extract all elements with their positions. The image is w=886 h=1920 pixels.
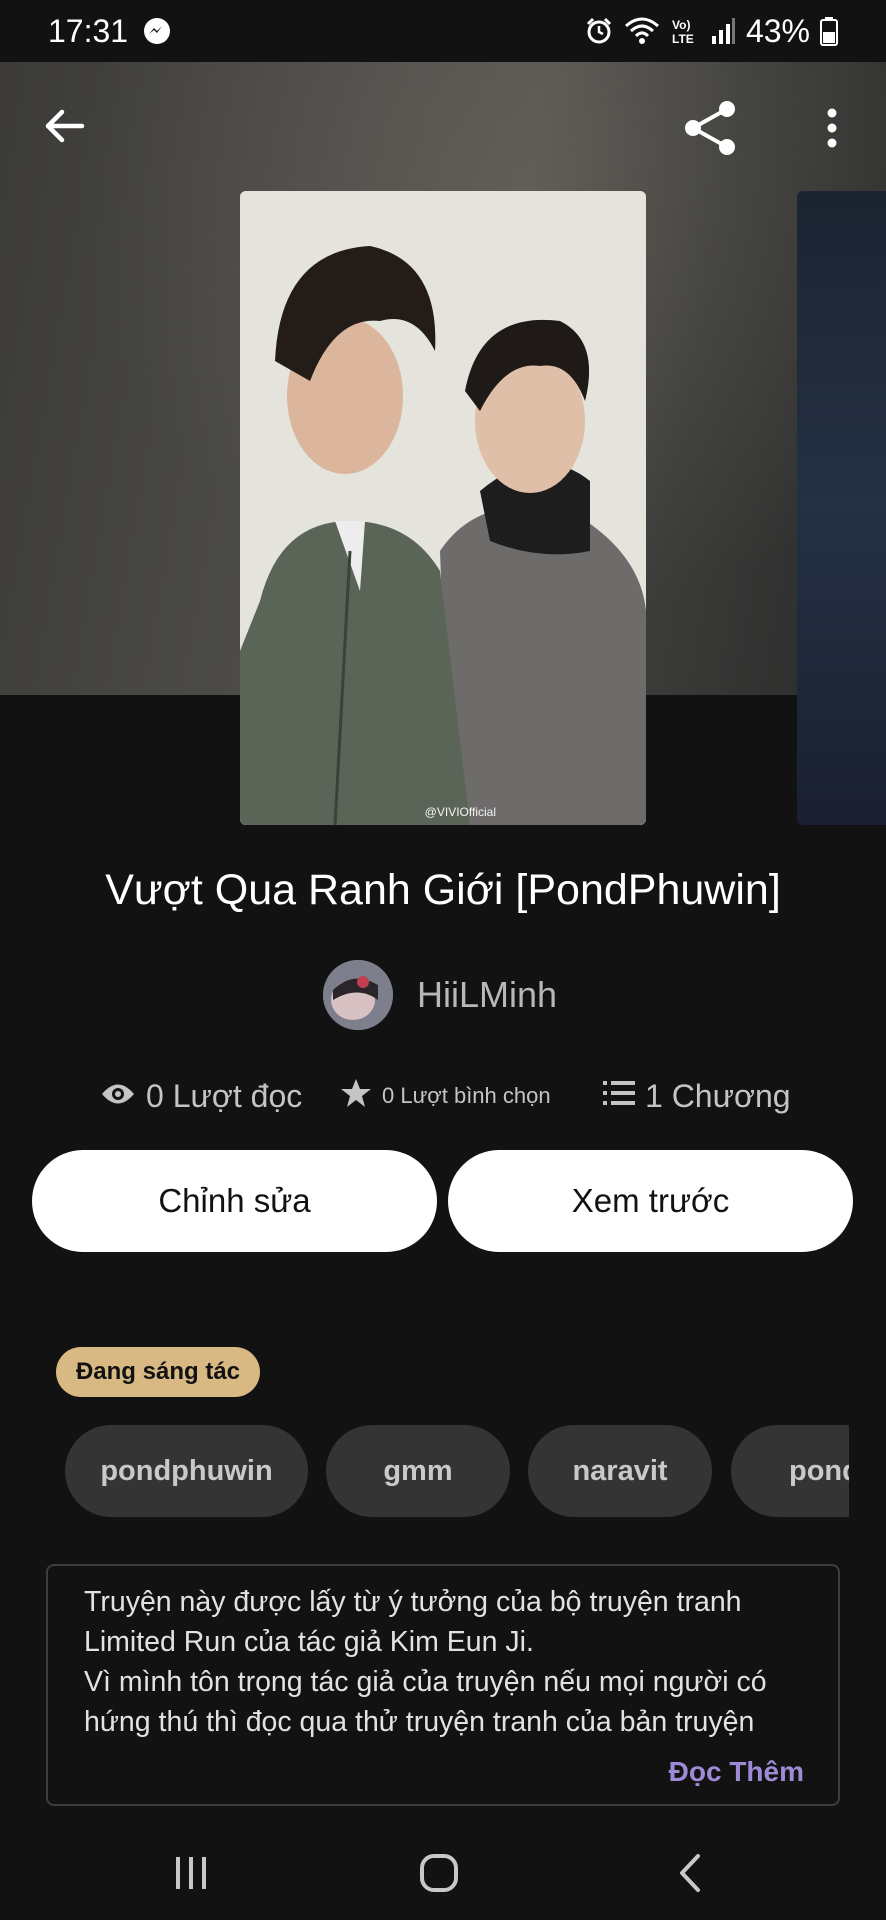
battery-percent: 43% — [745, 12, 810, 49]
stat-reads: 0 Lượt đọc — [100, 1066, 302, 1126]
signal-icon — [710, 16, 736, 46]
description-line: Limited Run của tác giả Kim Eun Ji. — [84, 1626, 534, 1658]
stat-chapters[interactable]: 1 Chương — [603, 1066, 791, 1126]
star-icon — [340, 1077, 372, 1115]
share-button[interactable] — [678, 98, 742, 162]
avatar[interactable] — [323, 960, 393, 1030]
system-nav-bar — [0, 1830, 886, 1920]
author-row[interactable]: HiiLMinh — [323, 960, 557, 1030]
recent-apps-button[interactable] — [156, 1842, 226, 1908]
back-arrow-icon — [42, 104, 86, 153]
list-icon — [603, 1078, 635, 1115]
tag-pondphuwin[interactable]: pondphuwin — [65, 1425, 308, 1517]
status-icons: Vo) LTE 43% — [584, 13, 838, 50]
stats-row: 0 Lượt đọc 0 Lượt bình chọn 1 Chương — [0, 1066, 886, 1126]
home-icon — [419, 1853, 459, 1898]
edit-button[interactable]: Chỉnh sửa — [32, 1150, 437, 1252]
reads-count: 0 Lượt đọc — [146, 1077, 303, 1114]
read-more-link[interactable]: Đọc Thêm — [669, 1756, 804, 1788]
battery-icon — [820, 16, 838, 46]
votes-count: 0 Lượt bình chọn — [382, 1083, 551, 1108]
eye-icon — [100, 1078, 136, 1115]
chapters-count: 1 Chương — [645, 1077, 791, 1114]
description-box[interactable]: Truyện này được lấy từ ý tưởng của bộ tr… — [46, 1564, 840, 1806]
more-vert-icon — [825, 106, 839, 155]
alarm-icon — [584, 16, 614, 46]
share-icon — [680, 99, 740, 162]
description-line: Truyện này được lấy từ ý tưởng của bộ tr… — [84, 1586, 742, 1618]
messenger-icon — [142, 16, 172, 46]
recent-apps-icon — [171, 1855, 211, 1896]
status-time: 17:31 — [48, 12, 129, 49]
story-title: Vượt Qua Ranh Giới [PondPhuwin] — [105, 866, 781, 914]
tag-naravit[interactable]: naravit — [528, 1425, 712, 1517]
cover-watermark: @VIVIOfficial — [424, 805, 496, 819]
status-badge: Đang sáng tác — [56, 1347, 260, 1397]
svg-text:LTE: LTE — [672, 32, 694, 46]
svg-text:Vo): Vo) — [672, 18, 690, 32]
description-line: hứng thú thì đọc qua thử truyện tranh củ… — [84, 1706, 755, 1738]
cover-image[interactable]: @VIVIOfficial — [240, 191, 646, 825]
next-cover-peek[interactable] — [797, 191, 886, 825]
back-nav-icon — [674, 1853, 704, 1898]
tags-row[interactable]: pondphuwin gmm naravit pond — [65, 1425, 849, 1517]
more-options-button[interactable] — [812, 98, 852, 162]
status-bar: 17:31 Vo) LTE 43% — [0, 0, 886, 62]
app-bar — [0, 62, 886, 192]
tag-pond[interactable]: pond — [731, 1425, 849, 1517]
back-button[interactable] — [38, 102, 90, 154]
back-nav-button[interactable] — [654, 1842, 724, 1908]
author-name[interactable]: HiiLMinh — [417, 974, 557, 1016]
description-text: Truyện này được lấy từ ý tưởng của bộ tr… — [84, 1582, 802, 1742]
preview-button[interactable]: Xem trước — [448, 1150, 853, 1252]
tag-gmm[interactable]: gmm — [326, 1425, 510, 1517]
volte-icon: Vo) LTE — [670, 16, 700, 46]
wifi-icon — [624, 16, 660, 46]
description-line: Vì mình tôn trọng tác giả của truyện nếu… — [84, 1666, 767, 1698]
home-button[interactable] — [404, 1842, 474, 1908]
stat-votes: 0 Lượt bình chọn — [340, 1066, 551, 1126]
